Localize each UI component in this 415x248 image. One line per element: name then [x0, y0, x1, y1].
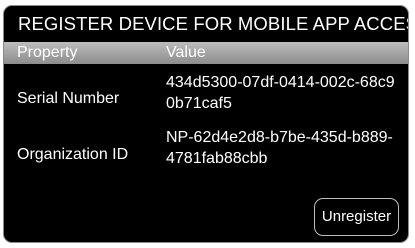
unregister-button[interactable]: Unregister [314, 198, 399, 236]
dialog-title: REGISTER DEVICE FOR MOBILE APP ACCESS [18, 13, 409, 34]
serial-number-value: 434d5300-07df-0414-002c-68c90b71caf5 [166, 74, 395, 112]
serial-number-label: Serial Number [17, 90, 120, 107]
table-header: Property Value [4, 42, 408, 64]
organization-id-value: NP-62d4e2d8-b7be-435d-b889-4781fab88cbb [166, 129, 393, 167]
column-header-value: Value [166, 44, 206, 61]
column-header-property: Property [17, 44, 78, 61]
organization-id-label: Organization ID [17, 146, 129, 163]
register-device-dialog: REGISTER DEVICE FOR MOBILE APP ACCESS Pr… [3, 5, 409, 243]
